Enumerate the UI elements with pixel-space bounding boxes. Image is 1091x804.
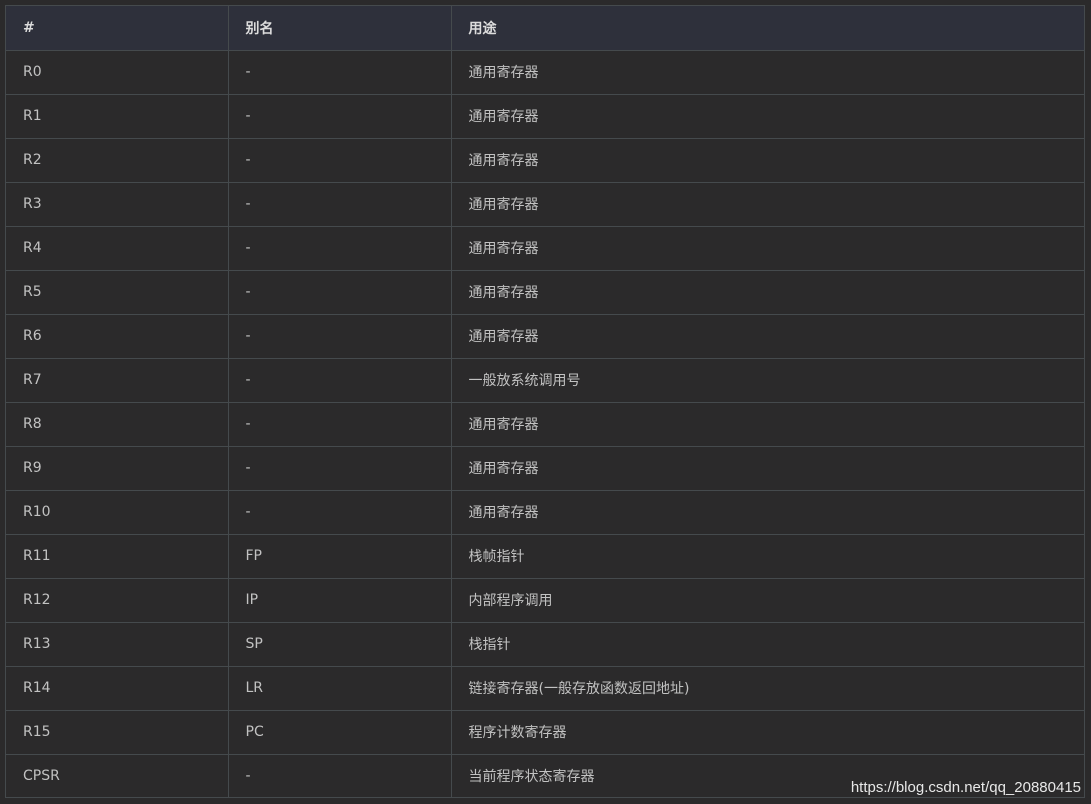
register-cell: R3 [6, 181, 229, 227]
alias-cell: - [227, 753, 452, 797]
table-header-row: # 别名 用途 [6, 6, 1084, 51]
alias-cell: - [227, 137, 452, 183]
table-row: R1 - 通用寄存器 [6, 93, 1084, 139]
register-cell: R9 [6, 445, 229, 491]
usage-cell: 链接寄存器(一般存放函数返回地址) [450, 665, 1084, 711]
alias-cell: - [227, 269, 452, 315]
table-row: R5 - 通用寄存器 [6, 269, 1084, 315]
register-cell: R6 [6, 313, 229, 359]
usage-cell: 通用寄存器 [450, 181, 1084, 227]
alias-cell: FP [227, 533, 452, 579]
alias-cell: - [227, 401, 452, 447]
register-cell: R15 [6, 709, 229, 755]
watermark-url: https://blog.csdn.net/qq_20880415 [850, 779, 1081, 796]
table-row: R15 PC 程序计数寄存器 [6, 709, 1084, 755]
alias-cell: - [227, 49, 452, 95]
usage-cell: 栈帧指针 [450, 533, 1084, 579]
register-cell: CPSR [6, 753, 229, 797]
alias-cell: IP [227, 577, 452, 623]
header-usage: 用途 [450, 6, 1084, 51]
register-cell: R12 [6, 577, 229, 623]
table-row: R6 - 通用寄存器 [6, 313, 1084, 359]
usage-cell: 通用寄存器 [450, 445, 1084, 491]
table-row: R4 - 通用寄存器 [6, 225, 1084, 271]
register-cell: R1 [6, 93, 229, 139]
register-cell: R2 [6, 137, 229, 183]
usage-cell: 通用寄存器 [450, 269, 1084, 315]
register-cell: R0 [6, 49, 229, 95]
table-row: R11 FP 栈帧指针 [6, 533, 1084, 579]
register-cell: R4 [6, 225, 229, 271]
register-cell: R14 [6, 665, 229, 711]
table-row: R0 - 通用寄存器 [6, 49, 1084, 95]
table-header: # 别名 用途 [6, 6, 1084, 51]
table-row: R14 LR 链接寄存器(一般存放函数返回地址) [6, 665, 1084, 711]
usage-cell: 通用寄存器 [450, 225, 1084, 271]
table-body: R0 - 通用寄存器 R1 - 通用寄存器 R2 - 通用寄存器 R3 - 通用… [6, 49, 1084, 797]
register-cell: R10 [6, 489, 229, 535]
usage-cell: 通用寄存器 [450, 401, 1084, 447]
register-cell: R8 [6, 401, 229, 447]
header-alias: 别名 [227, 6, 452, 51]
header-number: # [6, 6, 229, 51]
usage-cell: 程序计数寄存器 [450, 709, 1084, 755]
register-cell: R11 [6, 533, 229, 579]
usage-cell: 通用寄存器 [450, 313, 1084, 359]
register-table: # 别名 用途 R0 - 通用寄存器 R1 - 通用寄存器 R2 - 通用寄存器 [6, 6, 1084, 797]
alias-cell: - [227, 93, 452, 139]
alias-cell: - [227, 225, 452, 271]
usage-cell: 通用寄存器 [450, 137, 1084, 183]
alias-cell: - [227, 313, 452, 359]
alias-cell: - [227, 181, 452, 227]
alias-cell: - [227, 489, 452, 535]
alias-cell: LR [227, 665, 452, 711]
usage-cell: 通用寄存器 [450, 489, 1084, 535]
alias-cell: - [227, 357, 452, 403]
register-cell: R7 [6, 357, 229, 403]
table-row: R12 IP 内部程序调用 [6, 577, 1084, 623]
table-row: R9 - 通用寄存器 [6, 445, 1084, 491]
usage-cell: 栈指针 [450, 621, 1084, 667]
table-row: R7 - 一般放系统调用号 [6, 357, 1084, 403]
usage-cell: 通用寄存器 [450, 93, 1084, 139]
register-cell: R5 [6, 269, 229, 315]
table-row: R8 - 通用寄存器 [6, 401, 1084, 447]
table-row: R2 - 通用寄存器 [6, 137, 1084, 183]
usage-cell: 一般放系统调用号 [450, 357, 1084, 403]
alias-cell: SP [227, 621, 452, 667]
usage-cell: 内部程序调用 [450, 577, 1084, 623]
usage-cell: 通用寄存器 [450, 49, 1084, 95]
register-table-container: # 别名 用途 R0 - 通用寄存器 R1 - 通用寄存器 R2 - 通用寄存器 [5, 5, 1085, 798]
register-cell: R13 [6, 621, 229, 667]
table-row: R10 - 通用寄存器 [6, 489, 1084, 535]
table-row: R3 - 通用寄存器 [6, 181, 1084, 227]
alias-cell: PC [227, 709, 452, 755]
alias-cell: - [227, 445, 452, 491]
table-row: R13 SP 栈指针 [6, 621, 1084, 667]
